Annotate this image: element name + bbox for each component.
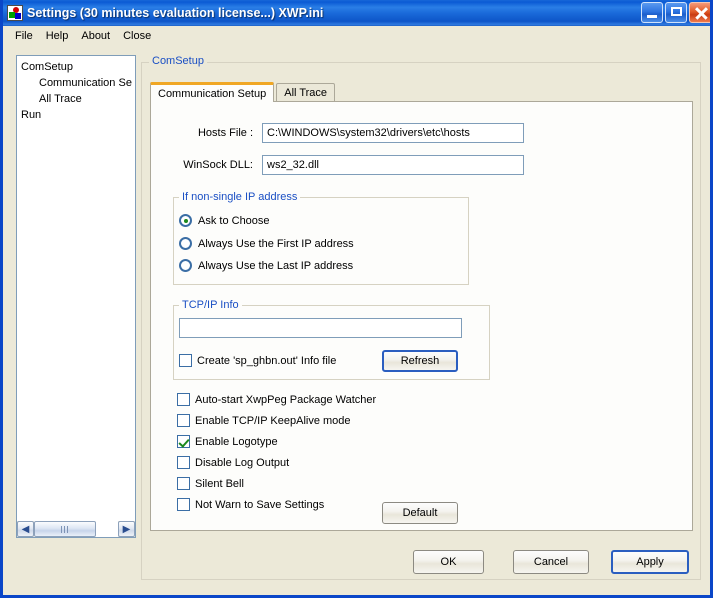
radio-indicator-icon bbox=[179, 214, 192, 227]
winsock-dll-input[interactable]: ws2_32.dll bbox=[262, 155, 524, 175]
checkbox-label: Disable Log Output bbox=[195, 456, 290, 469]
tree-item-communication-setup[interactable]: Communication Se bbox=[17, 75, 135, 91]
scrollbar-thumb[interactable] bbox=[34, 521, 96, 537]
tree-item-all-trace[interactable]: All Trace bbox=[17, 91, 135, 107]
winsock-dll-row: WinSock DLL: ws2_32.dll bbox=[173, 155, 524, 175]
menu-item-close[interactable]: Close bbox=[117, 28, 158, 44]
tab-communication-setup[interactable]: Communication Setup bbox=[150, 82, 275, 102]
apply-button[interactable]: Apply bbox=[611, 550, 689, 574]
winsock-dll-label: WinSock DLL: bbox=[183, 159, 253, 171]
checkbox-indicator-icon bbox=[177, 477, 190, 490]
checkbox-enable-logotype[interactable]: Enable Logotype bbox=[177, 435, 278, 448]
checkbox-label: Enable TCP/IP KeepAlive mode bbox=[195, 414, 351, 427]
checkbox-label: Create 'sp_ghbn.out' Info file bbox=[197, 354, 337, 367]
checkbox-disable-log-output[interactable]: Disable Log Output bbox=[177, 456, 289, 469]
radio-ask-to-choose[interactable]: Ask to Choose bbox=[179, 214, 270, 227]
tab-all-trace[interactable]: All Trace bbox=[276, 83, 336, 102]
tree-horizontal-scrollbar[interactable]: ◀ ▶ bbox=[16, 521, 136, 538]
tab-strip: Communication Setup All Trace bbox=[150, 82, 693, 102]
checkbox-label: Auto-start XwpPeg Package Watcher bbox=[195, 393, 377, 406]
radio-label: Always Use the First IP address bbox=[198, 237, 354, 250]
radio-indicator-icon bbox=[179, 259, 192, 272]
menu-item-about[interactable]: About bbox=[75, 28, 117, 44]
default-button[interactable]: Default bbox=[382, 502, 458, 524]
minimize-button[interactable] bbox=[641, 2, 663, 23]
checkbox-indicator-icon bbox=[177, 393, 190, 406]
radio-indicator-icon bbox=[179, 237, 192, 250]
checkbox-not-warn-save[interactable]: Not Warn to Save Settings bbox=[177, 498, 324, 511]
comsetup-group-label: ComSetup bbox=[149, 55, 207, 67]
menu-bar: File Help About Close bbox=[3, 26, 710, 46]
checkbox-indicator-icon bbox=[177, 435, 190, 448]
app-logo-icon bbox=[7, 5, 23, 21]
radio-label: Ask to Choose bbox=[198, 214, 270, 227]
tree-item-comsetup[interactable]: ComSetup bbox=[17, 59, 135, 75]
scrollbar-grip-icon bbox=[61, 525, 69, 533]
window-controls bbox=[641, 2, 710, 23]
menu-item-help[interactable]: Help bbox=[40, 28, 76, 44]
checkbox-indicator-icon bbox=[177, 456, 190, 469]
checkbox-enable-keepalive[interactable]: Enable TCP/IP KeepAlive mode bbox=[177, 414, 351, 427]
checkbox-indicator-icon bbox=[179, 354, 192, 367]
chevron-left-icon[interactable]: ◀ bbox=[17, 521, 34, 537]
checkbox-label: Not Warn to Save Settings bbox=[195, 498, 325, 511]
ip-address-group-label: If non-single IP address bbox=[179, 191, 301, 203]
tcpip-info-input[interactable] bbox=[179, 318, 462, 338]
window-title: Settings (30 minutes evaluation license.… bbox=[27, 6, 324, 20]
close-button[interactable] bbox=[689, 2, 710, 23]
settings-window: Settings (30 minutes evaluation license.… bbox=[0, 0, 713, 598]
checkbox-auto-start-watcher[interactable]: Auto-start XwpPeg Package Watcher bbox=[177, 393, 376, 406]
checkbox-silent-bell[interactable]: Silent Bell bbox=[177, 477, 244, 490]
chevron-right-icon[interactable]: ▶ bbox=[118, 521, 135, 537]
scrollbar-track[interactable] bbox=[34, 521, 118, 537]
title-bar[interactable]: Settings (30 minutes evaluation license.… bbox=[3, 0, 710, 26]
refresh-button[interactable]: Refresh bbox=[382, 350, 458, 372]
radio-always-last-ip[interactable]: Always Use the Last IP address bbox=[179, 259, 353, 272]
hosts-file-input[interactable]: C:\WINDOWS\system32\drivers\etc\hosts bbox=[262, 123, 524, 143]
radio-always-first-ip[interactable]: Always Use the First IP address bbox=[179, 237, 354, 250]
hosts-file-row: Hosts File : C:\WINDOWS\system32\drivers… bbox=[173, 123, 524, 143]
checkbox-label: Enable Logotype bbox=[195, 435, 278, 448]
maximize-button[interactable] bbox=[665, 2, 687, 23]
hosts-file-label: Hosts File : bbox=[197, 127, 253, 139]
tree-item-run[interactable]: Run bbox=[17, 107, 135, 123]
ok-button[interactable]: OK bbox=[413, 550, 484, 574]
radio-label: Always Use the Last IP address bbox=[198, 259, 354, 272]
checkbox-indicator-icon bbox=[177, 414, 190, 427]
cancel-button[interactable]: Cancel bbox=[513, 550, 589, 574]
tcpip-info-group-label: TCP/IP Info bbox=[179, 299, 242, 311]
checkbox-label: Silent Bell bbox=[195, 477, 244, 490]
checkbox-indicator-icon bbox=[177, 498, 190, 511]
navigation-tree[interactable]: ComSetup Communication Se All Trace Run bbox=[16, 55, 136, 525]
menu-item-file[interactable]: File bbox=[9, 28, 40, 44]
checkbox-create-info-file[interactable]: Create 'sp_ghbn.out' Info file bbox=[179, 354, 336, 367]
